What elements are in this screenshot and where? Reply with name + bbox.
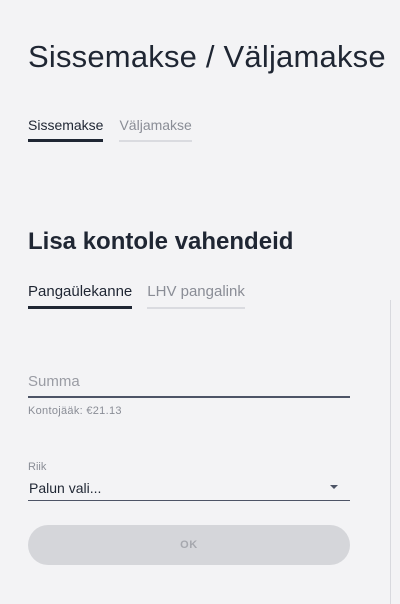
country-select[interactable]: Palun vali...	[28, 478, 350, 501]
amount-input[interactable]	[28, 366, 350, 398]
country-label: Riik	[28, 461, 47, 473]
ok-button[interactable]: OK	[28, 525, 350, 565]
tab-lhv-pangalink[interactable]: LHV pangalink	[147, 283, 245, 309]
caret-down-icon	[330, 485, 338, 489]
section-title: Lisa kontole vahendeid	[28, 227, 294, 255]
deposit-method-tabs: Pangaülekanne LHV pangalink	[28, 283, 260, 309]
main-tabs: Sissemakse Väljamakse	[28, 117, 208, 142]
tab-pangaulekanne[interactable]: Pangaülekanne	[28, 283, 133, 309]
page-title: Sissemakse / Väljamakse	[28, 38, 386, 74]
account-balance: Kontojääk: €21.13	[28, 405, 122, 417]
tab-sissemakse[interactable]: Sissemakse	[28, 117, 104, 142]
tab-valjamakse[interactable]: Väljamakse	[119, 117, 192, 142]
country-select-value: Palun vali...	[29, 480, 102, 496]
panel-divider	[390, 300, 391, 604]
